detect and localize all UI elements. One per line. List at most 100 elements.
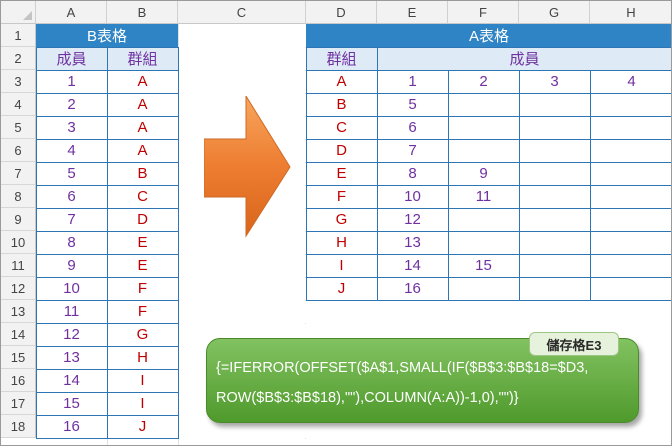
table-a-group-cell[interactable]: G [306, 208, 377, 231]
table-b-member-cell[interactable]: 8 [36, 231, 107, 254]
table-a-group-cell[interactable]: E [306, 162, 377, 185]
table-a-result-cell[interactable]: 7 [377, 139, 448, 162]
table-a-result-cell[interactable] [519, 116, 590, 139]
row-header-11[interactable]: 11 [1, 254, 36, 277]
table-a-result-cell[interactable] [590, 162, 671, 185]
table-b-group-cell[interactable]: A [107, 116, 178, 139]
table-a-result-cell[interactable] [590, 139, 671, 162]
table-b-member-cell[interactable]: 13 [36, 346, 107, 369]
table-b-group-cell[interactable]: F [107, 277, 178, 300]
row-header-4[interactable]: 4 [1, 93, 36, 116]
table-b-member-cell[interactable]: 15 [36, 392, 107, 415]
select-all-button[interactable] [1, 1, 36, 24]
table-a-result-cell[interactable]: 12 [377, 208, 448, 231]
table-b-group-cell[interactable]: C [107, 185, 178, 208]
table-a-result-cell[interactable] [590, 254, 671, 277]
table-a-result-cell[interactable] [590, 208, 671, 231]
table-a-result-cell[interactable]: 10 [377, 185, 448, 208]
table-a-result-cell[interactable] [519, 208, 590, 231]
column-header-d[interactable]: D [306, 1, 377, 24]
row-header-5[interactable]: 5 [1, 116, 36, 139]
row-header-1[interactable]: 1 [1, 24, 36, 47]
row-header-17[interactable]: 17 [1, 392, 36, 415]
row-header-14[interactable]: 14 [1, 323, 36, 346]
table-b-member-cell[interactable]: 10 [36, 277, 107, 300]
table-b-member-cell[interactable]: 6 [36, 185, 107, 208]
table-a-group-cell[interactable]: D [306, 139, 377, 162]
table-b-group-cell[interactable]: I [107, 369, 178, 392]
table-b-group-cell[interactable]: I [107, 392, 178, 415]
row-header-18[interactable]: 18 [1, 415, 36, 438]
table-a-result-cell[interactable]: 13 [377, 231, 448, 254]
table-a-result-cell[interactable] [590, 231, 671, 254]
table-a-result-cell[interactable] [519, 162, 590, 185]
table-a-result-cell[interactable] [519, 93, 590, 116]
table-a-result-cell[interactable] [448, 93, 519, 116]
table-a-index-cell[interactable]: 2 [448, 70, 519, 93]
table-a-result-cell[interactable] [519, 254, 590, 277]
column-header-h[interactable]: H [590, 1, 671, 24]
table-b-member-cell[interactable]: 14 [36, 369, 107, 392]
table-b-group-cell[interactable]: E [107, 231, 178, 254]
row-header-15[interactable]: 15 [1, 346, 36, 369]
table-b-group-cell[interactable]: J [107, 415, 178, 438]
table-a-result-cell[interactable] [590, 185, 671, 208]
table-a-result-cell[interactable] [590, 93, 671, 116]
row-header-3[interactable]: 3 [1, 70, 36, 93]
table-a-result-cell[interactable] [519, 277, 590, 300]
table-a-result-cell[interactable] [448, 277, 519, 300]
table-b-member-cell[interactable]: 16 [36, 415, 107, 438]
table-a-group-cell[interactable]: B [306, 93, 377, 116]
table-a-result-cell[interactable]: 5 [377, 93, 448, 116]
table-a-result-cell[interactable] [519, 185, 590, 208]
table-b-group-cell[interactable]: H [107, 346, 178, 369]
table-b-member-cell[interactable]: 12 [36, 323, 107, 346]
table-b-member-cell[interactable]: 11 [36, 300, 107, 323]
table-a-result-cell[interactable] [590, 277, 671, 300]
table-a-result-cell[interactable] [519, 231, 590, 254]
table-b-group-cell[interactable]: A [107, 139, 178, 162]
table-b-group-cell[interactable]: F [107, 300, 178, 323]
table-a-result-cell[interactable]: 14 [377, 254, 448, 277]
row-header-10[interactable]: 10 [1, 231, 36, 254]
table-b-group-cell[interactable]: G [107, 323, 178, 346]
table-a-index-cell[interactable]: 4 [590, 70, 671, 93]
table-a-result-cell[interactable]: 8 [377, 162, 448, 185]
table-a-result-cell[interactable]: 9 [448, 162, 519, 185]
table-a-group-cell[interactable]: A [306, 70, 377, 93]
table-a-result-cell[interactable]: 11 [448, 185, 519, 208]
table-a-result-cell[interactable]: 16 [377, 277, 448, 300]
row-header-6[interactable]: 6 [1, 139, 36, 162]
table-b-member-cell[interactable]: 4 [36, 139, 107, 162]
table-b-group-cell[interactable]: E [107, 254, 178, 277]
table-a-group-cell[interactable]: H [306, 231, 377, 254]
table-b-member-cell[interactable]: 1 [36, 70, 107, 93]
table-a-group-cell[interactable]: F [306, 185, 377, 208]
table-b-member-cell[interactable]: 5 [36, 162, 107, 185]
column-header-g[interactable]: G [519, 1, 590, 24]
row-header-8[interactable]: 8 [1, 185, 36, 208]
row-header-12[interactable]: 12 [1, 277, 36, 300]
table-a-result-cell[interactable] [519, 139, 590, 162]
table-a-group-cell[interactable]: I [306, 254, 377, 277]
table-a-group-cell[interactable]: J [306, 277, 377, 300]
table-a-result-cell[interactable] [448, 116, 519, 139]
table-a-result-cell[interactable] [590, 116, 671, 139]
column-header-c[interactable]: C [178, 1, 306, 24]
table-b-member-cell[interactable]: 9 [36, 254, 107, 277]
row-header-7[interactable]: 7 [1, 162, 36, 185]
table-a-result-cell[interactable] [448, 208, 519, 231]
table-b-member-cell[interactable]: 7 [36, 208, 107, 231]
column-header-f[interactable]: F [448, 1, 519, 24]
table-a-result-cell[interactable] [448, 231, 519, 254]
table-b-group-cell[interactable]: D [107, 208, 178, 231]
table-a-result-cell[interactable] [448, 139, 519, 162]
row-header-2[interactable]: 2 [1, 47, 36, 70]
column-header-e[interactable]: E [377, 1, 448, 24]
table-a-group-cell[interactable]: C [306, 116, 377, 139]
table-b-group-cell[interactable]: A [107, 70, 178, 93]
table-b-member-cell[interactable]: 3 [36, 116, 107, 139]
table-a-result-cell[interactable]: 6 [377, 116, 448, 139]
table-b-group-cell[interactable]: B [107, 162, 178, 185]
row-header-9[interactable]: 9 [1, 208, 36, 231]
